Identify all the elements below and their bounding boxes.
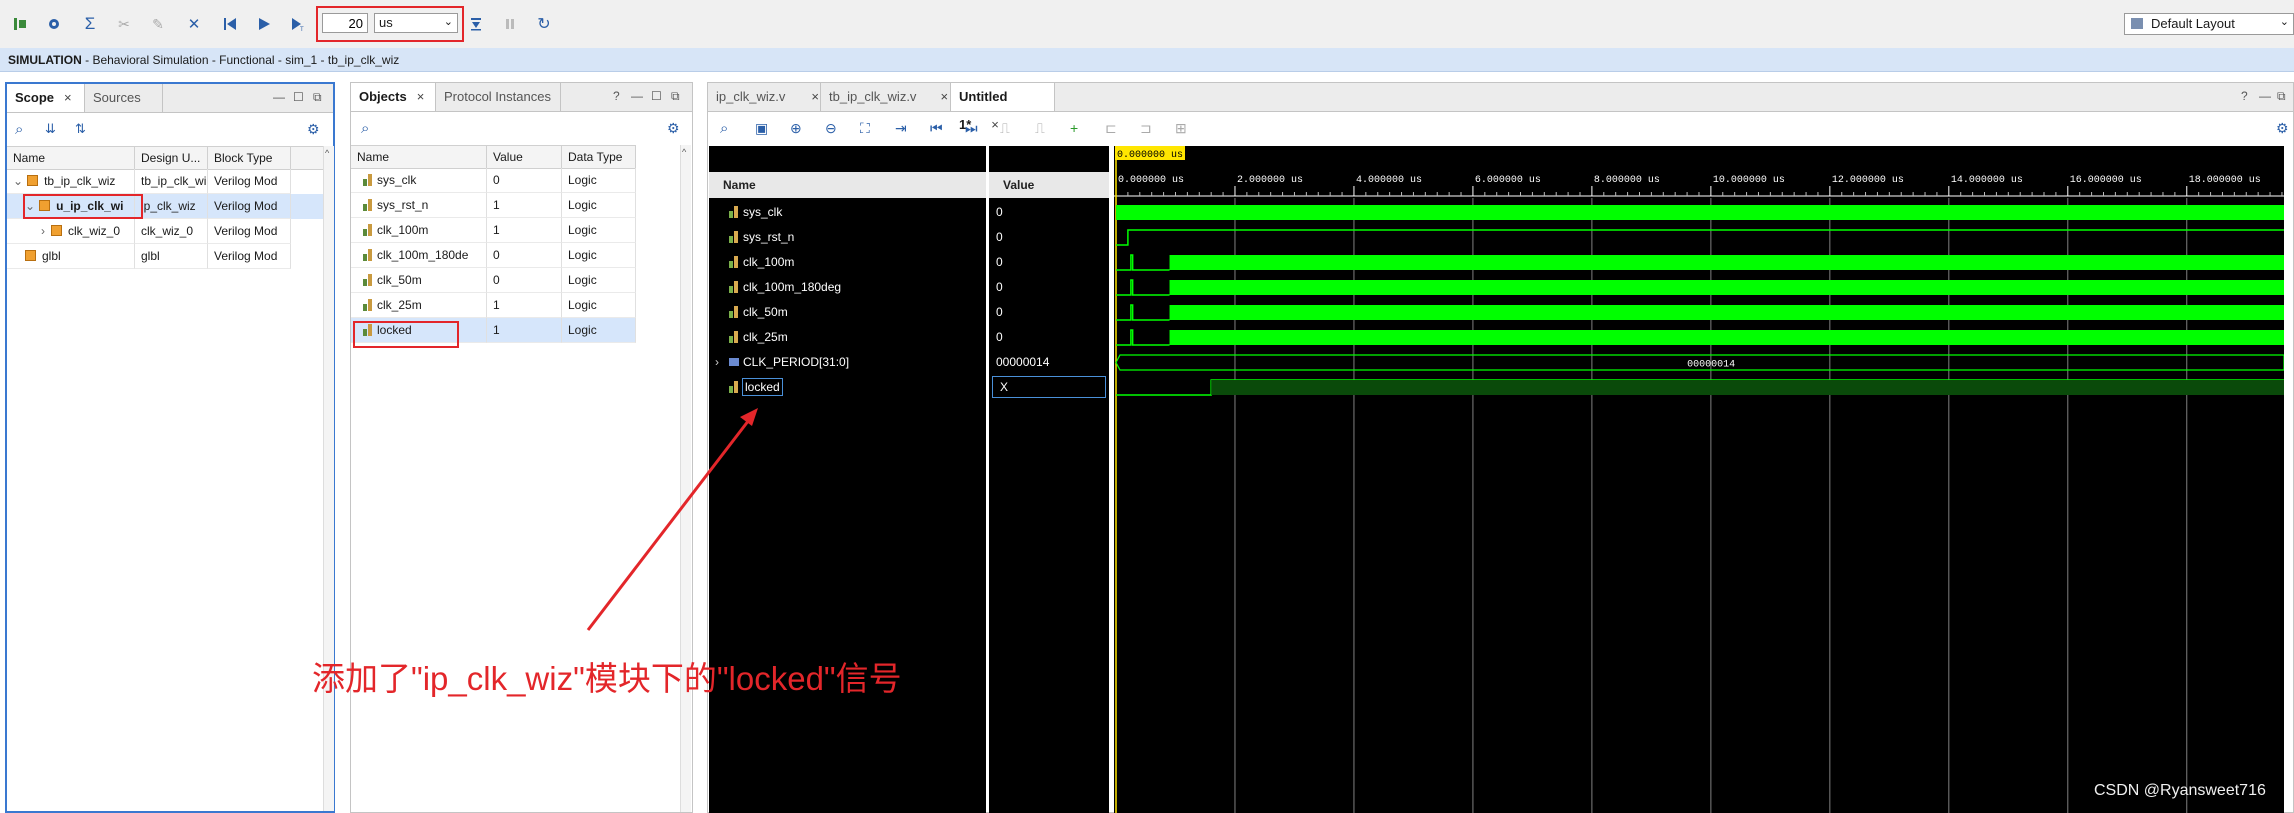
- annotation-text: 添加了"ip_clk_wiz"模块下的"locked"信号: [312, 660, 902, 697]
- watermark: CSDN @Ryansweet716: [2094, 782, 2266, 799]
